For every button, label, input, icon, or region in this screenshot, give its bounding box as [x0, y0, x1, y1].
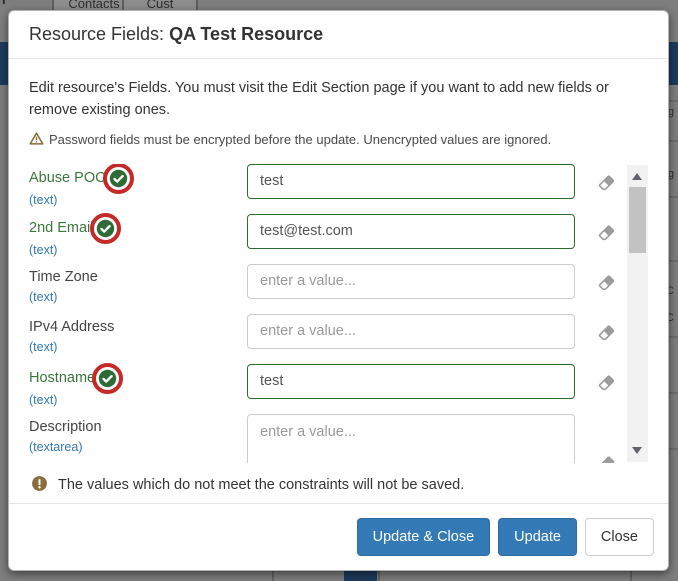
background-table-line [272, 571, 274, 581]
info-icon [31, 475, 48, 496]
warning-triangle-icon [29, 131, 44, 149]
update-and-close-button[interactable]: Update & Close [357, 518, 491, 556]
modal-title: Resource Fields: QA Test Resource [29, 24, 323, 44]
field-row: Hostname (text) [29, 364, 648, 414]
field-label: Time Zone [29, 269, 98, 285]
fields-scrollbar[interactable] [627, 165, 648, 462]
field-label-col: Hostname (text) [29, 364, 247, 414]
field-value-input[interactable] [247, 264, 575, 299]
modal-header: Resource Fields: QA Test Resource [9, 11, 668, 59]
resource-fields-modal: Resource Fields: QA Test Resource Edit r… [8, 10, 669, 571]
field-row: Abuse POC (text) [29, 164, 648, 214]
field-valid-check-icon [109, 169, 128, 188]
field-value-input[interactable] [247, 314, 575, 349]
background-table-line [630, 571, 632, 581]
field-label-col: Time Zone (text) [29, 264, 247, 314]
field-row: IPv4 Address (text) [29, 314, 648, 364]
field-label-col: Abuse POC (text) [29, 164, 247, 214]
scrollbar-thumb[interactable] [629, 187, 646, 253]
background-text-fragment: ri [0, 0, 6, 7]
annotation-red-circle [90, 213, 121, 244]
field-label: 2nd Email [29, 220, 93, 236]
field-row: Description (textarea) [29, 414, 648, 463]
field-type-label: (text) [29, 243, 247, 257]
field-valid-check-icon [96, 219, 115, 238]
field-value-input[interactable] [247, 214, 575, 249]
modal-title-prefix: Resource Fields: [29, 24, 169, 44]
close-button[interactable]: Close [585, 518, 654, 556]
eraser-icon [597, 173, 616, 197]
annotation-red-circle [103, 164, 134, 194]
fields-scroll-area: Abuse POC (text) [29, 164, 648, 463]
field-type-label: (textarea) [29, 440, 247, 454]
field-label-col: Description (textarea) [29, 414, 247, 463]
update-button[interactable]: Update [498, 518, 577, 556]
field-value-input[interactable] [247, 164, 575, 199]
eraser-icon [597, 323, 616, 347]
field-label: IPv4 Address [29, 319, 114, 335]
field-type-label: (text) [29, 340, 247, 354]
modal-title-resource-name: QA Test Resource [169, 24, 323, 44]
field-label: Abuse POC [29, 170, 106, 186]
modal-footer: Update & Close Update Close [9, 503, 668, 570]
constraints-note-text: The values which do not meet the constra… [58, 477, 464, 493]
field-valid-check-icon [98, 369, 117, 388]
field-label-col: IPv4 Address (text) [29, 314, 247, 364]
scrollbar-up-arrow-icon[interactable] [632, 173, 642, 180]
constraints-note: The values which do not meet the constra… [31, 475, 648, 496]
password-warning-text: Password fields must be encrypted before… [49, 132, 551, 147]
eraser-icon [597, 273, 616, 297]
field-value-input[interactable] [247, 364, 575, 399]
intro-text: Edit resource's Fields. You must visit t… [29, 77, 648, 122]
field-label: Description [29, 419, 102, 435]
modal-body: Edit resource's Fields. You must visit t… [9, 59, 668, 496]
password-warning: Password fields must be encrypted before… [29, 131, 648, 149]
field-value-textarea[interactable] [247, 414, 575, 463]
annotation-red-circle [92, 363, 123, 394]
field-type-label: (text) [29, 193, 247, 207]
eraser-icon [597, 373, 616, 397]
background-table-line [378, 571, 380, 581]
field-label: Hostname [29, 370, 95, 386]
field-row: Time Zone (text) [29, 264, 648, 314]
eraser-icon [597, 454, 616, 463]
eraser-icon [597, 223, 616, 247]
field-label-col: 2nd Email (text) [29, 214, 247, 264]
field-type-label: (text) [29, 290, 247, 304]
background-navy-cell [344, 571, 377, 581]
field-type-label: (text) [29, 393, 247, 407]
field-row: 2nd Email (text) [29, 214, 648, 264]
scrollbar-down-arrow-icon[interactable] [632, 447, 642, 454]
